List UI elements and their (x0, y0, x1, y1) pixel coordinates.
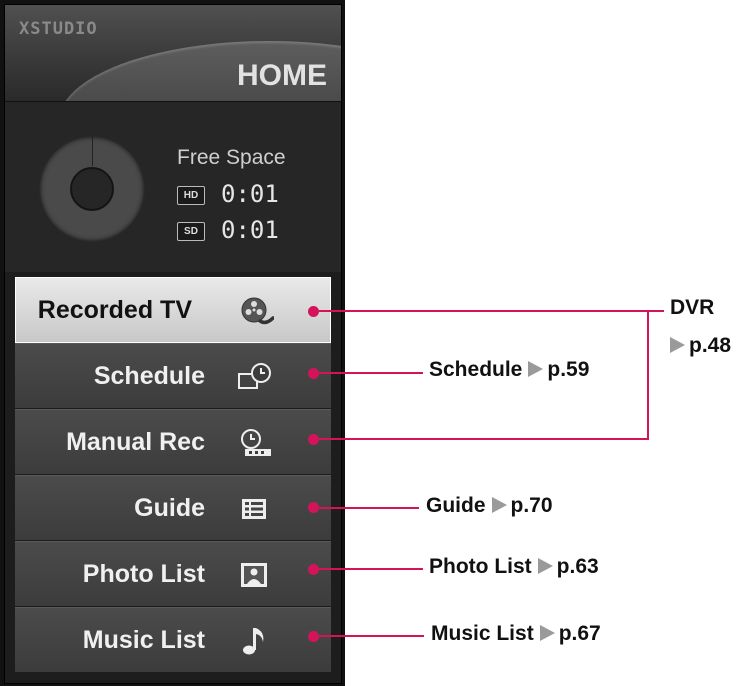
callout-bracket-dvr (647, 310, 649, 440)
menu-item-music-list[interactable]: Music List (15, 607, 331, 673)
menu-item-label: Photo List (82, 560, 205, 588)
callout-line-recorded-tv (319, 310, 664, 312)
callout-guide: Guide p.70 (426, 494, 553, 518)
callout-line-manual-rec (319, 438, 648, 440)
home-menu-list: Recorded TV Schedule Manual Rec Guide Ph… (15, 277, 331, 675)
arrow-right-icon (491, 497, 507, 513)
pointer-dot-schedule (308, 368, 319, 379)
callout-photo-list: Photo List p.63 (429, 555, 599, 579)
pointer-dot-music-list (308, 631, 319, 642)
callout-schedule-label: Schedule (429, 358, 523, 381)
arrow-right-icon (539, 625, 555, 641)
callout-dvr: DVR (670, 296, 714, 320)
manual-rec-icon (237, 426, 273, 460)
callout-line-schedule (319, 372, 423, 374)
menu-item-guide[interactable]: Guide (15, 475, 331, 541)
callout-music-label: Music List (431, 622, 534, 645)
callout-line-guide (319, 507, 419, 509)
menu-item-label: Manual Rec (66, 428, 205, 456)
menu-item-label: Recorded TV (37, 296, 192, 324)
arrow-right-icon (528, 361, 544, 377)
callout-dvr-page: p.48 (670, 334, 731, 358)
menu-item-photo-list[interactable]: Photo List (15, 541, 331, 607)
arrow-right-icon (537, 558, 553, 574)
pointer-dot-manual-rec (308, 434, 319, 445)
callout-dvr-page-ref: p.48 (689, 334, 732, 357)
hd-free-time: 0:01 (221, 180, 279, 208)
callout-guide-page: p.70 (510, 494, 553, 517)
free-space-status: Free Space HD 0:01 SD 0:01 (5, 101, 341, 272)
disk-usage-icon (39, 136, 145, 242)
menu-item-schedule[interactable]: Schedule (15, 343, 331, 409)
home-menu-frame: XSTUDIO HOME Free Space HD 0:01 SD 0:01 … (4, 4, 342, 684)
sd-badge: SD (177, 222, 205, 241)
brand-logo: XSTUDIO (19, 19, 98, 39)
schedule-clock-icon (237, 360, 273, 394)
page-title: HOME (237, 59, 327, 92)
film-reel-icon (238, 294, 275, 328)
arrow-right-icon (670, 337, 685, 353)
pointer-dot-guide (308, 502, 319, 513)
guide-list-icon (237, 492, 273, 526)
callout-music-list: Music List p.67 (431, 622, 601, 646)
callout-schedule-page: p.59 (547, 358, 590, 381)
free-space-label: Free Space (177, 146, 286, 169)
hd-badge: HD (177, 186, 205, 205)
menu-item-label: Music List (82, 626, 205, 654)
callout-photo-page: p.63 (556, 555, 599, 578)
callout-schedule: Schedule p.59 (429, 358, 589, 382)
callout-music-page: p.67 (558, 622, 601, 645)
menu-header: XSTUDIO HOME (5, 5, 341, 101)
home-menu-panel: XSTUDIO HOME Free Space HD 0:01 SD 0:01 … (0, 0, 345, 686)
callout-dvr-label: DVR (670, 296, 715, 319)
callout-guide-label: Guide (426, 494, 486, 517)
sd-free-time: 0:01 (221, 216, 279, 244)
menu-item-label: Guide (134, 494, 205, 522)
photo-icon (237, 558, 273, 592)
callout-photo-label: Photo List (429, 555, 532, 578)
pointer-dot-recorded-tv (308, 306, 319, 317)
pointer-dot-photo-list (308, 564, 319, 575)
callout-line-music-list (319, 635, 424, 637)
callout-line-photo-list (319, 568, 423, 570)
menu-item-label: Schedule (93, 362, 205, 390)
menu-item-manual-rec[interactable]: Manual Rec (15, 409, 331, 475)
menu-item-recorded-tv[interactable]: Recorded TV (15, 277, 331, 343)
music-note-icon (237, 624, 273, 658)
